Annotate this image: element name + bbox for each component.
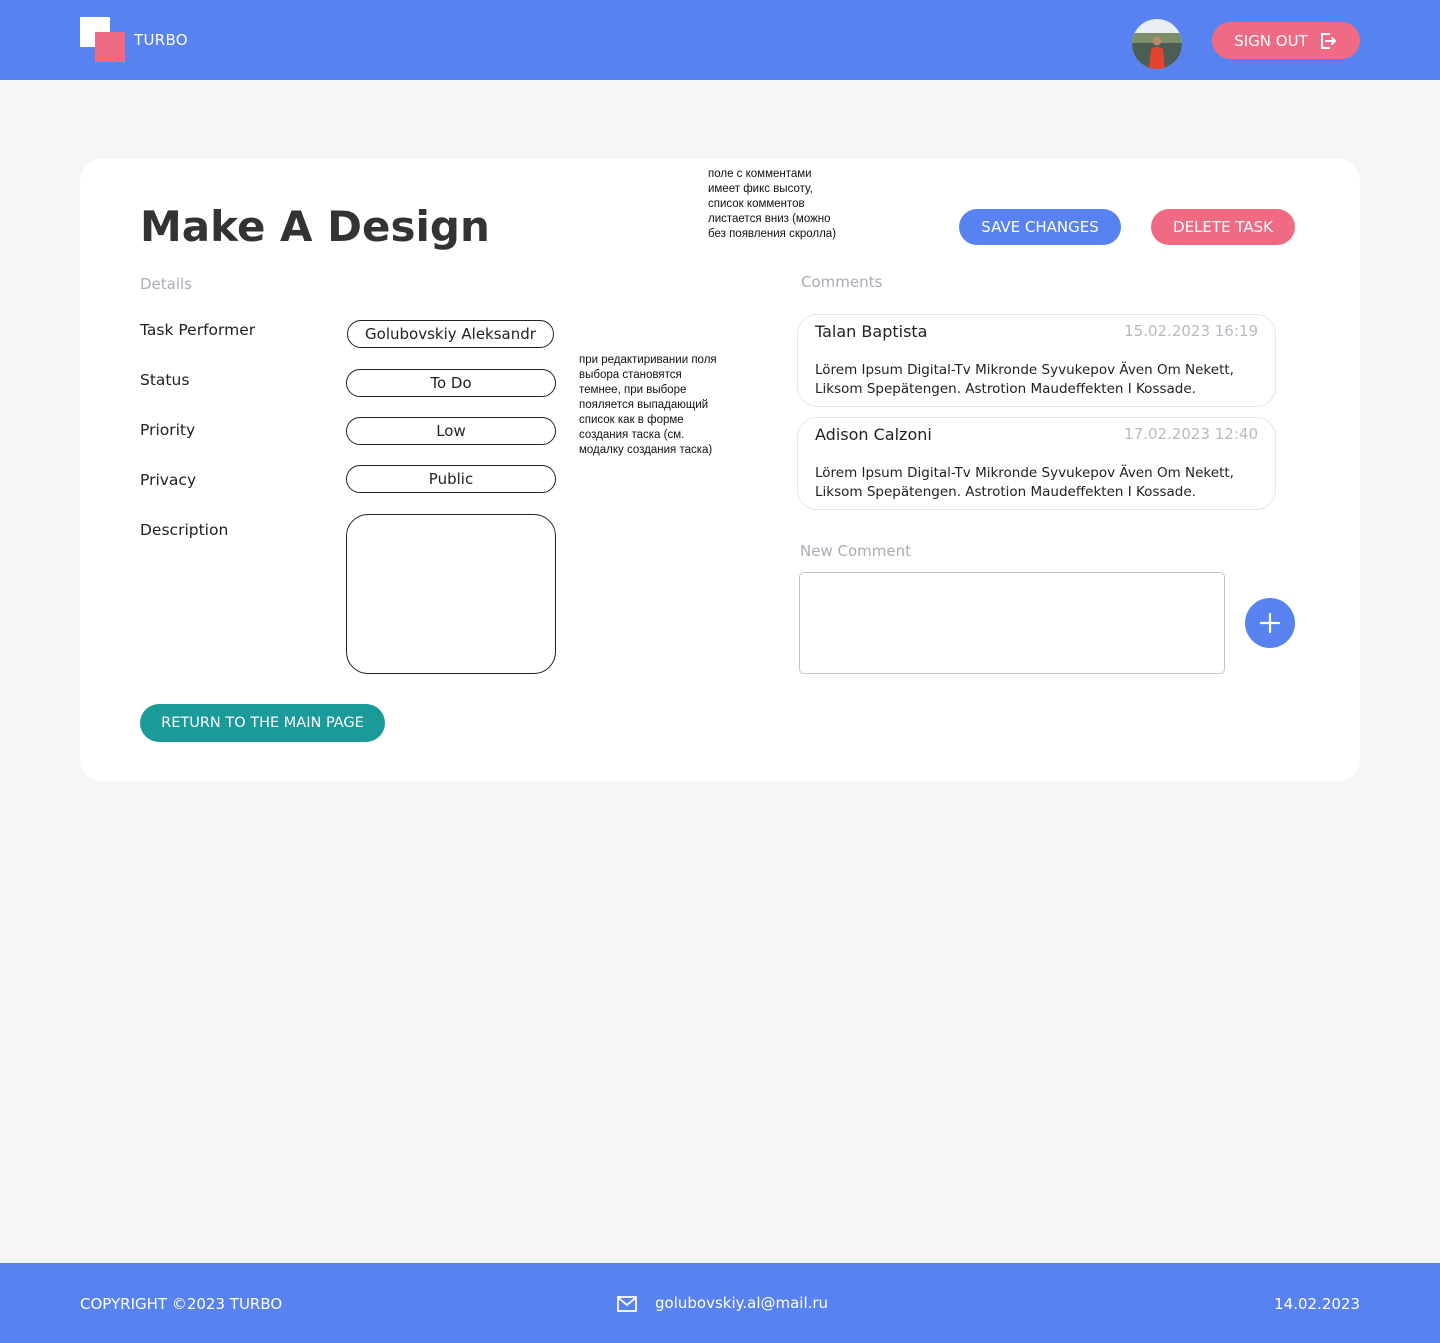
description-label: Description	[140, 521, 229, 539]
status-select[interactable]: To Do	[346, 369, 556, 397]
logo-square-pink	[95, 32, 125, 62]
brand-name: TURBO	[134, 31, 188, 49]
comment-timestamp: 17.02.2023 12:40	[1124, 425, 1258, 443]
priority-select[interactable]: Low	[346, 417, 556, 445]
user-avatar[interactable]	[1132, 19, 1182, 69]
new-comment-label: New Comment	[800, 542, 911, 560]
comments-design-note: поле с комментами имеет фикс высоту, спи…	[708, 168, 837, 240]
details-label: Details	[140, 275, 193, 293]
privacy-label: Privacy	[140, 471, 197, 489]
sign-out-label: SIGN OUT	[1234, 31, 1308, 50]
footer-email-link[interactable]: golubovskiy.al@mail.ru	[655, 1294, 828, 1312]
footer-date: 14.02.2023	[1274, 1295, 1360, 1313]
task-title: Make A Design	[140, 202, 490, 251]
task-performer-select[interactable]: Golubovskiy Aleksandr	[347, 320, 554, 348]
task-performer-label: Task Performer	[140, 321, 256, 339]
avatar-photo	[1132, 19, 1182, 69]
mail-icon	[617, 1296, 637, 1312]
comment-text: Lörem Ipsum Digital-Tv Mikronde Syvukepo…	[815, 465, 1234, 500]
comments-label: Comments	[801, 273, 883, 291]
priority-label: Priority	[140, 421, 196, 439]
comment-timestamp: 15.02.2023 16:19	[1124, 322, 1258, 340]
header: TURBO SIGN OUT	[0, 0, 1440, 80]
turbo-logo[interactable]	[80, 17, 126, 63]
description-textarea[interactable]	[346, 514, 556, 674]
comment-item: Adison Calzoni 17.02.2023 12:40 Lörem Ip…	[797, 417, 1276, 510]
delete-task-button[interactable]: DELETE TASK	[1151, 209, 1295, 245]
comment-item: Talan Baptista 15.02.2023 16:19 Lörem Ip…	[797, 314, 1276, 407]
return-main-page-button[interactable]: RETURN TO THE MAIN PAGE	[140, 704, 385, 742]
fields-design-note: при редактиривании поля выбора становятс…	[579, 354, 717, 456]
save-changes-button[interactable]: SAVE CHANGES	[959, 209, 1121, 245]
sign-out-icon	[1320, 32, 1336, 49]
add-comment-button[interactable]	[1245, 598, 1295, 648]
new-comment-textarea[interactable]	[799, 572, 1225, 674]
comment-author: Adison Calzoni	[815, 425, 932, 444]
sign-out-button[interactable]: SIGN OUT	[1212, 22, 1360, 59]
comment-text: Lörem Ipsum Digital-Tv Mikronde Syvukepo…	[815, 362, 1234, 397]
privacy-select[interactable]: Public	[346, 465, 556, 493]
comment-author: Talan Baptista	[815, 322, 928, 341]
footer: COPYRIGHT ©2023 TURBO golubovskiy.al@mai…	[0, 1263, 1440, 1343]
plus-icon	[1259, 612, 1281, 634]
copyright-text: COPYRIGHT ©2023 TURBO	[80, 1295, 283, 1313]
status-label: Status	[140, 371, 190, 389]
